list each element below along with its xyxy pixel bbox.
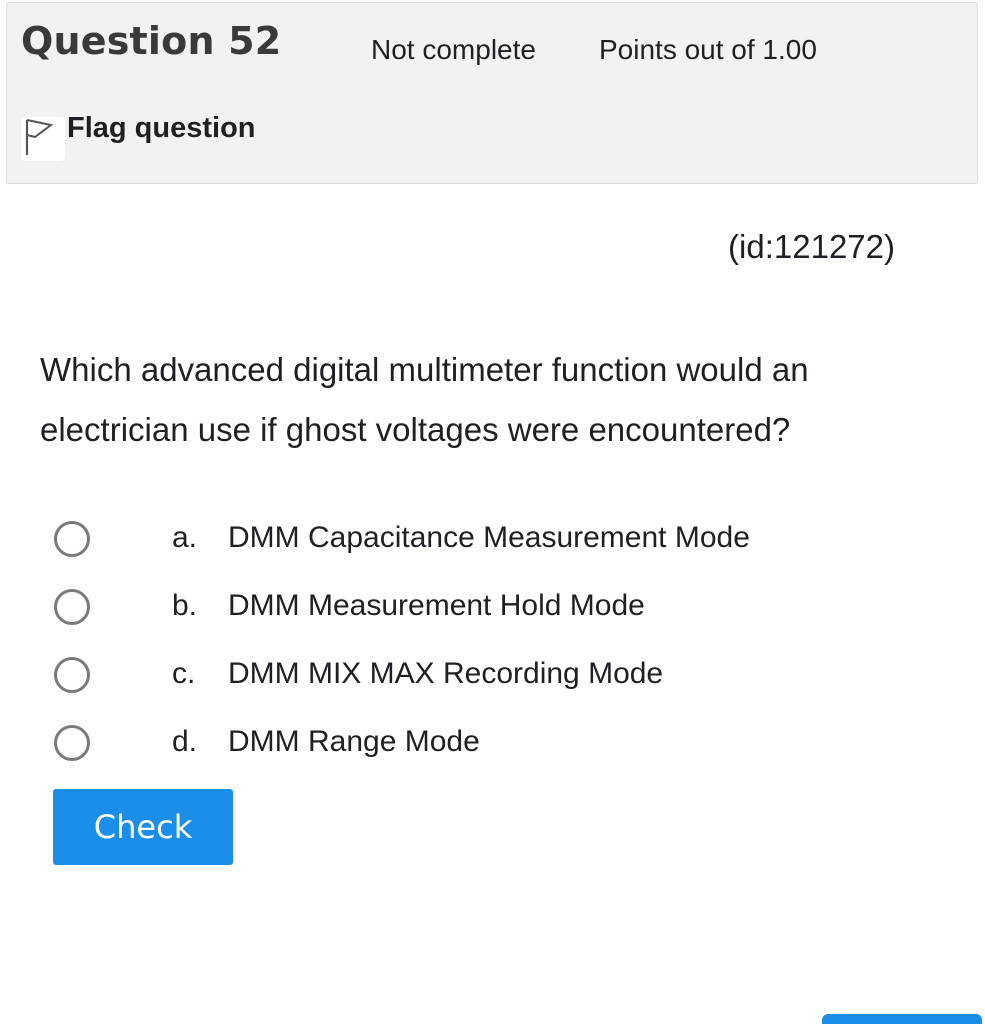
answer-option-d[interactable]: d. DMM Range Mode bbox=[54, 713, 914, 781]
radio-button[interactable] bbox=[54, 589, 90, 625]
question-text: Which advanced digital multimeter functi… bbox=[40, 351, 809, 448]
question-number: Question 52 bbox=[21, 19, 282, 63]
question-grade: Points out of 1.00 bbox=[599, 34, 817, 65]
radio-button[interactable] bbox=[54, 657, 90, 693]
answer-options: a. DMM Capacitance Measurement Mode b. D… bbox=[54, 509, 914, 781]
answer-letter: a. bbox=[172, 521, 198, 554]
answer-label[interactable]: DMM Measurement Hold Mode bbox=[228, 589, 645, 623]
answer-letter: c. bbox=[172, 657, 196, 690]
check-button[interactable]: Check bbox=[53, 789, 233, 865]
flag-question-button[interactable]: Flag question bbox=[21, 112, 256, 163]
answer-option-c[interactable]: c. DMM MIX MAX Recording Mode bbox=[54, 645, 914, 713]
question-state: Not complete bbox=[371, 34, 536, 65]
answer-letter: d. bbox=[172, 725, 198, 758]
flag-outline-icon[interactable] bbox=[21, 117, 65, 161]
answer-label[interactable]: DMM Capacitance Measurement Mode bbox=[228, 521, 750, 555]
answer-letter: b. bbox=[172, 589, 198, 622]
flag-question-label[interactable]: Flag question bbox=[67, 112, 256, 145]
radio-button[interactable] bbox=[54, 521, 90, 557]
radio-button[interactable] bbox=[54, 725, 90, 761]
answer-label[interactable]: DMM MIX MAX Recording Mode bbox=[228, 657, 663, 691]
answer-option-a[interactable]: a. DMM Capacitance Measurement Mode bbox=[54, 509, 914, 577]
question-info-panel: Question 52 Not complete Points out of 1… bbox=[6, 2, 978, 184]
question-id: (id:121272) bbox=[728, 228, 895, 265]
answer-option-b[interactable]: b. DMM Measurement Hold Mode bbox=[54, 577, 914, 645]
next-page-button-edge[interactable] bbox=[822, 1014, 982, 1024]
answer-label[interactable]: DMM Range Mode bbox=[228, 725, 480, 759]
